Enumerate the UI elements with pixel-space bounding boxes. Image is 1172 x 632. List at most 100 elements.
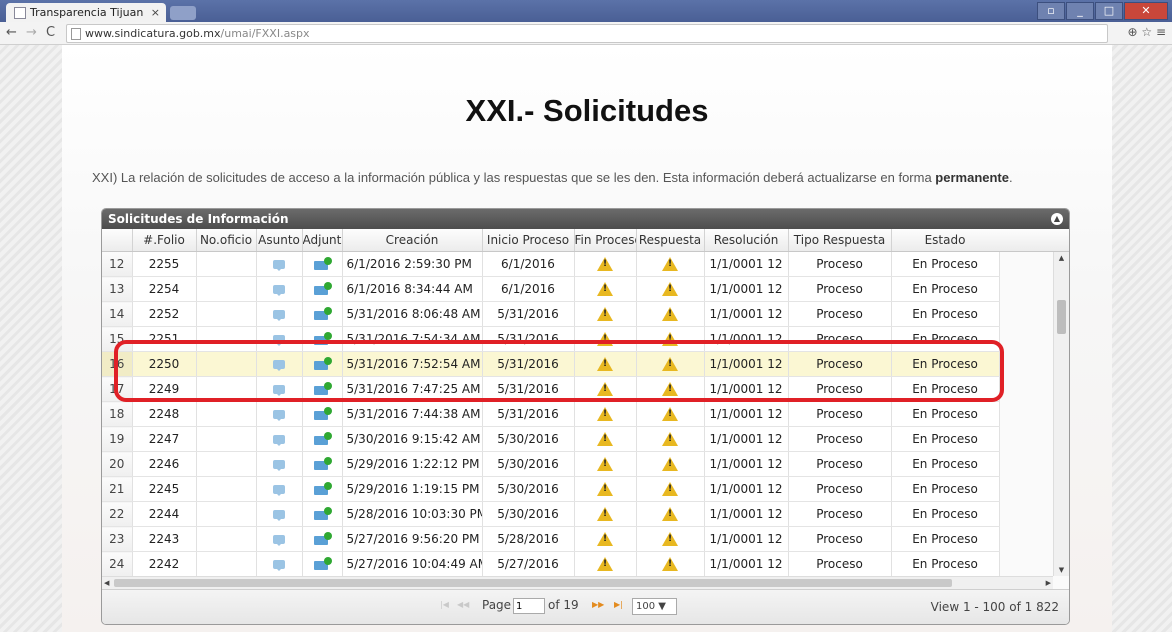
creacion-cell: 5/27/2016 10:04:49 AM	[342, 551, 483, 576]
minimize-icon[interactable]: _	[1066, 2, 1094, 20]
row-number: 22	[102, 501, 133, 527]
inicio-cell: 5/30/2016	[482, 426, 575, 452]
table-row[interactable]: 232243 5/27/2016 9:56:20 PM5/28/2016 1/1/0…	[102, 526, 1000, 552]
next-page-icon[interactable]: ▶▶	[592, 600, 604, 609]
window-controls: ▫ _ □ ✕	[1037, 2, 1168, 20]
maximize-icon[interactable]: □	[1095, 2, 1123, 20]
resolucion-cell: 1/1/0001 12	[704, 476, 789, 502]
folder-add-icon[interactable]	[314, 482, 332, 496]
row-number: 19	[102, 426, 133, 452]
table-row[interactable]: 132254 6/1/2016 8:34:44 AM6/1/2016 1/1/000…	[102, 276, 1000, 302]
horizontal-scroll-thumb[interactable]	[114, 579, 952, 587]
scroll-left-icon[interactable]: ◀	[104, 577, 109, 589]
comment-icon[interactable]	[273, 510, 285, 521]
column-header[interactable]: Tipo Respuesta	[788, 229, 892, 252]
oficio-cell	[196, 252, 257, 277]
comment-icon[interactable]	[273, 435, 285, 446]
oficio-cell	[196, 551, 257, 576]
adjunto-cell	[302, 276, 343, 302]
oficio-cell	[196, 401, 257, 427]
first-page-icon[interactable]: |◀	[440, 600, 449, 609]
view-range: View 1 - 100 of 1 822	[930, 600, 1059, 614]
comment-icon[interactable]	[273, 310, 285, 321]
warning-icon	[597, 282, 613, 297]
column-header[interactable]: No.oficio	[196, 229, 257, 252]
url-field[interactable]: www.sindicatura.gob.mx/umai/FXXI.aspx	[66, 24, 1108, 43]
table-row[interactable]: 242242 5/27/2016 10:04:49 AM5/27/2016 1/1/…	[102, 551, 1000, 576]
warning-icon	[597, 482, 613, 497]
zoom-icon[interactable]: ⊕	[1127, 25, 1137, 39]
column-header[interactable]: Fin Proceso	[574, 229, 637, 252]
warning-icon	[662, 557, 678, 572]
vertical-scroll-thumb[interactable]	[1057, 300, 1066, 334]
column-header[interactable]: #.Folio	[132, 229, 197, 252]
restore-icon[interactable]: ▫	[1037, 2, 1065, 20]
requests-grid: Solicitudes de Información ▲ #.Folio No.o…	[101, 208, 1070, 625]
folder-add-icon[interactable]	[314, 557, 332, 571]
page-background: XXI.- Solicitudes XXI) La relación de so…	[0, 45, 1172, 632]
folio-cell: 2245	[132, 476, 197, 502]
reload-icon[interactable]: C	[46, 25, 55, 40]
new-tab-button[interactable]	[170, 6, 196, 20]
oficio-cell	[196, 501, 257, 527]
table-row[interactable]: 212245 5/29/2016 1:19:15 PM5/30/2016 1/1/0…	[102, 476, 1000, 502]
comment-icon[interactable]	[273, 260, 285, 271]
table-row[interactable]: 202246 5/29/2016 1:22:12 PM5/30/2016 1/1/0…	[102, 451, 1000, 477]
table-row[interactable]: 182248 5/31/2016 7:44:38 AM5/31/2016 1/1/0…	[102, 401, 1000, 427]
column-header[interactable]	[102, 229, 133, 252]
table-row[interactable]: 192247 5/30/2016 9:15:42 AM5/30/2016 1/1/0…	[102, 426, 1000, 452]
oficio-cell	[196, 476, 257, 502]
tab-close-icon[interactable]: ×	[151, 3, 160, 22]
column-header[interactable]: Creación	[342, 229, 483, 252]
comment-icon[interactable]	[273, 285, 285, 296]
column-header[interactable]: Estado	[891, 229, 1000, 252]
folio-cell: 2246	[132, 451, 197, 477]
table-row[interactable]: 222244 5/28/2016 10:03:30 PM5/30/2016 1/1/…	[102, 501, 1000, 527]
respuesta-cell	[636, 401, 705, 427]
prev-page-icon[interactable]: ◀◀	[457, 600, 469, 609]
scroll-right-icon[interactable]: ▶	[1046, 577, 1051, 589]
table-row[interactable]: 142252 5/31/2016 8:06:48 AM5/31/2016 1/1/0…	[102, 301, 1000, 327]
folder-add-icon[interactable]	[314, 282, 332, 296]
page-size-select[interactable]: 100 ▼	[632, 598, 677, 615]
adjunto-cell	[302, 501, 343, 527]
collapse-icon[interactable]: ▲	[1051, 213, 1063, 225]
forward-icon[interactable]: →	[26, 25, 37, 40]
folder-add-icon[interactable]	[314, 507, 332, 521]
folio-cell: 2244	[132, 501, 197, 527]
folder-add-icon[interactable]	[314, 457, 332, 471]
column-header[interactable]: Adjunto	[302, 229, 343, 252]
grid-title: Solicitudes de Información	[108, 212, 289, 226]
horizontal-scrollbar[interactable]: ◀ ▶	[102, 576, 1053, 589]
bookmark-star-icon[interactable]: ☆	[1141, 25, 1152, 39]
menu-icon[interactable]: ≡	[1156, 25, 1166, 39]
comment-icon[interactable]	[273, 410, 285, 421]
folder-add-icon[interactable]	[314, 307, 332, 321]
column-header[interactable]: Resolución	[704, 229, 789, 252]
grid-table: 122255 6/1/2016 2:59:30 PM6/1/2016 1/1/000…	[102, 252, 1000, 576]
folder-add-icon[interactable]	[314, 432, 332, 446]
table-row[interactable]: 122255 6/1/2016 2:59:30 PM6/1/2016 1/1/000…	[102, 252, 1000, 277]
column-header[interactable]: Asunto	[256, 229, 303, 252]
fin-proceso-cell	[574, 551, 637, 576]
back-icon[interactable]: ←	[6, 25, 17, 40]
folder-add-icon[interactable]	[314, 407, 332, 421]
scroll-down-icon[interactable]: ▼	[1054, 566, 1069, 574]
comment-icon[interactable]	[273, 535, 285, 546]
row-number: 14	[102, 301, 133, 327]
browser-tab[interactable]: Transparencia Tijuan ×	[6, 3, 166, 22]
comment-icon[interactable]	[273, 560, 285, 571]
scroll-up-icon[interactable]: ▲	[1054, 254, 1069, 262]
respuesta-cell	[636, 501, 705, 527]
folder-add-icon[interactable]	[314, 257, 332, 271]
last-page-icon[interactable]: ▶|	[614, 600, 623, 609]
vertical-scrollbar[interactable]: ▲ ▼	[1053, 252, 1069, 576]
folder-add-icon[interactable]	[314, 532, 332, 546]
close-window-icon[interactable]: ✕	[1124, 2, 1168, 20]
column-header[interactable]: Inicio Proceso	[482, 229, 575, 252]
page-label: Page	[482, 598, 512, 612]
column-header[interactable]: Respuesta	[636, 229, 705, 252]
comment-icon[interactable]	[273, 485, 285, 496]
page-number-input[interactable]	[513, 598, 545, 614]
comment-icon[interactable]	[273, 460, 285, 471]
